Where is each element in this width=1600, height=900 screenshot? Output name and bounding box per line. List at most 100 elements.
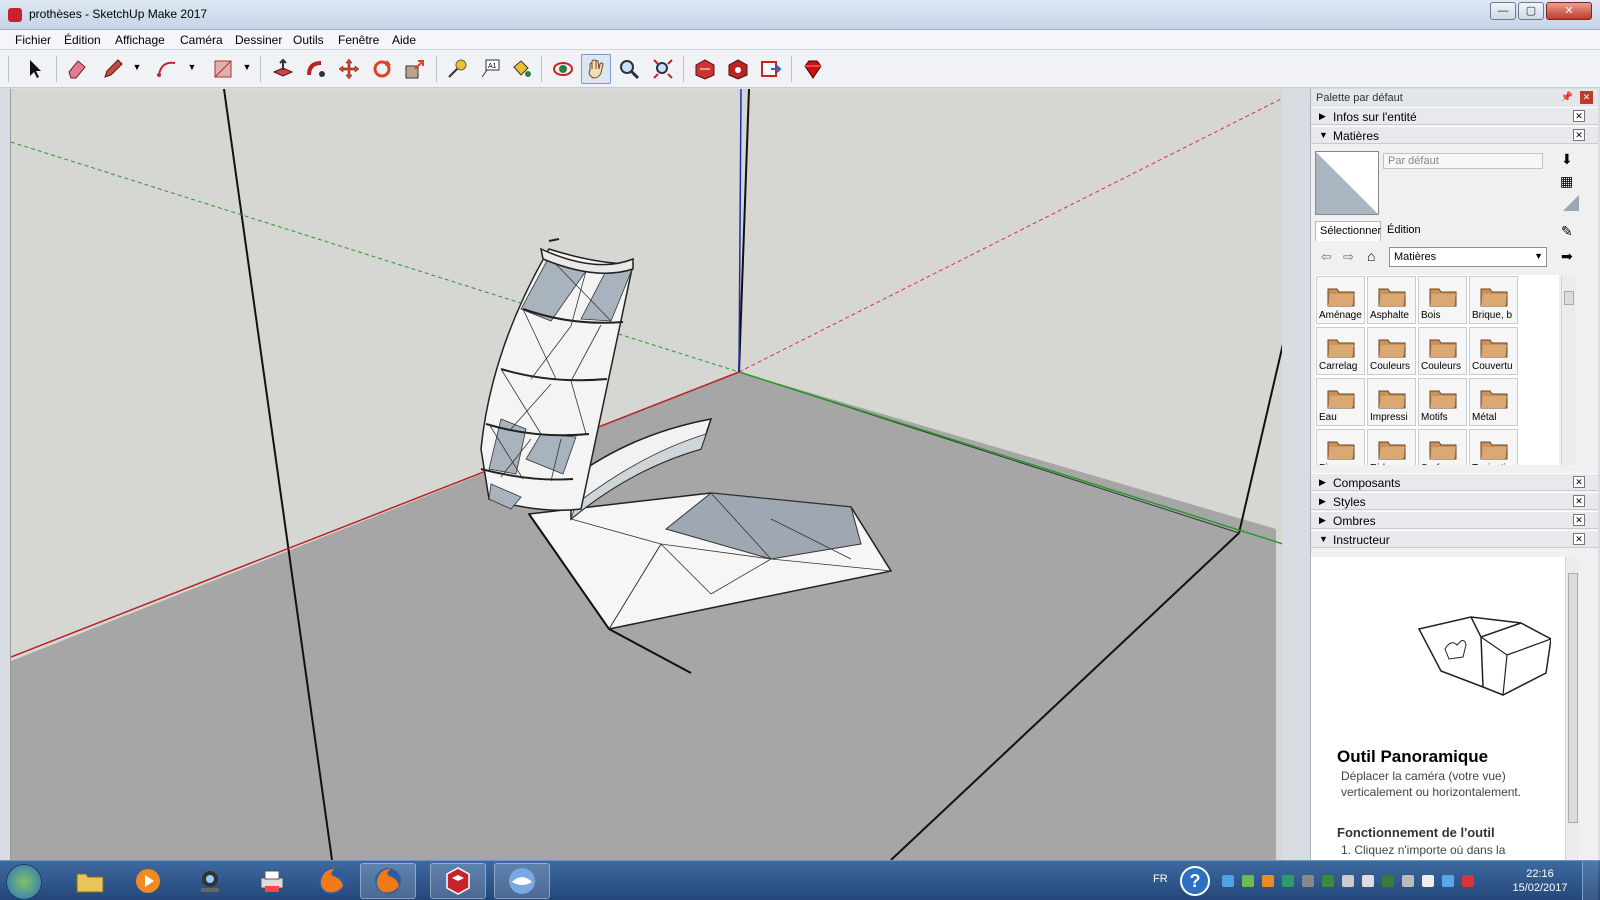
media-player-icon[interactable]: [120, 863, 176, 899]
material-folder[interactable]: Rideaux: [1367, 429, 1416, 465]
menu-file[interactable]: Fichier: [15, 33, 51, 47]
printer-icon[interactable]: [244, 863, 300, 899]
material-folder[interactable]: Pierre: [1316, 429, 1365, 465]
zoom-extents-icon[interactable]: [648, 54, 678, 84]
action-center-icon[interactable]: [1462, 875, 1474, 887]
library-select[interactable]: Matières ▼: [1389, 247, 1547, 267]
security-icon[interactable]: [1282, 875, 1294, 887]
move-icon[interactable]: [334, 54, 364, 84]
display-icon[interactable]: [1342, 875, 1354, 887]
sketchup-icon[interactable]: [430, 863, 486, 899]
section-materials[interactable]: ▼ Matières ✕: [1311, 126, 1598, 144]
close-icon[interactable]: ✕: [1573, 533, 1585, 545]
paint-bucket-icon[interactable]: [506, 54, 536, 84]
forward-icon[interactable]: ⇨: [1343, 249, 1354, 265]
material-folder[interactable]: Impressi: [1367, 378, 1416, 426]
back-icon[interactable]: ⇦: [1321, 249, 1332, 265]
menu-window[interactable]: Fenêtre: [338, 33, 379, 47]
network-share-icon[interactable]: [1242, 875, 1254, 887]
chevron-down-icon[interactable]: ▼: [187, 62, 197, 74]
zoom-icon[interactable]: [614, 54, 644, 84]
scroll-thumb[interactable]: [1568, 573, 1578, 823]
material-folder[interactable]: Aménage: [1316, 276, 1365, 324]
menu-camera[interactable]: Caméra: [180, 33, 223, 47]
push-pull-icon[interactable]: [268, 54, 298, 84]
weather-icon[interactable]: [1442, 875, 1454, 887]
eyedropper-icon[interactable]: ✎: [1561, 223, 1573, 240]
close-icon[interactable]: ✕: [1573, 495, 1585, 507]
tray-close-button[interactable]: ✕: [1580, 91, 1593, 104]
instructor-scrollbar[interactable]: [1565, 557, 1579, 860]
tab-select[interactable]: Sélectionner: [1315, 221, 1381, 241]
scale-icon[interactable]: [400, 54, 430, 84]
material-folder[interactable]: Motifs: [1418, 378, 1467, 426]
create-material-icon[interactable]: ⬇: [1561, 151, 1573, 168]
material-folder[interactable]: Couleurs: [1367, 327, 1416, 375]
materials-scrollbar[interactable]: [1561, 275, 1575, 465]
material-folder[interactable]: Couleurs: [1418, 327, 1467, 375]
menu-view[interactable]: Affichage: [115, 33, 165, 47]
pin-icon[interactable]: 📌: [1561, 92, 1573, 103]
material-folder[interactable]: Couvertu: [1469, 327, 1518, 375]
maximize-button[interactable]: ▢: [1518, 2, 1544, 20]
webcam-icon[interactable]: [182, 863, 238, 899]
material-folder[interactable]: Surfaces: [1418, 429, 1467, 465]
default-material-icon[interactable]: [1563, 195, 1579, 211]
clock[interactable]: 22:16 15/02/2017: [1505, 867, 1575, 895]
material-name-field[interactable]: Par défaut: [1383, 153, 1543, 169]
material-folder[interactable]: Tapis, tis: [1469, 429, 1518, 465]
sample-paint-icon[interactable]: ▦: [1560, 173, 1573, 190]
pan-icon[interactable]: [581, 54, 611, 84]
rotate-icon[interactable]: [367, 54, 397, 84]
close-icon[interactable]: ✕: [1573, 110, 1585, 122]
pencil-icon[interactable]: [98, 54, 128, 84]
material-folder[interactable]: Bois: [1418, 276, 1467, 324]
rectangle-icon[interactable]: [208, 54, 238, 84]
thunderbird-icon[interactable]: [494, 863, 550, 899]
battery-icon[interactable]: [1382, 875, 1394, 887]
extension-warehouse-icon[interactable]: [723, 54, 753, 84]
tape-measure-icon[interactable]: [442, 54, 472, 84]
close-button[interactable]: ✕: [1546, 2, 1592, 20]
menu-draw[interactable]: Dessiner: [235, 33, 282, 47]
send-to-layout-icon[interactable]: [756, 54, 786, 84]
close-icon[interactable]: ✕: [1573, 129, 1585, 141]
explorer-icon[interactable]: [62, 863, 118, 899]
sync-icon[interactable]: [1222, 875, 1234, 887]
menu-help[interactable]: Aide: [392, 33, 416, 47]
section-instructor[interactable]: ▼ Instructeur ✕: [1311, 530, 1598, 548]
material-folder[interactable]: Métal: [1469, 378, 1518, 426]
material-folder[interactable]: Carrelag: [1316, 327, 1365, 375]
menu-edit[interactable]: Édition: [64, 33, 101, 47]
update-icon[interactable]: [1322, 875, 1334, 887]
section-entity-info[interactable]: ▶ Infos sur l'entité ✕: [1311, 107, 1598, 125]
section-shadows[interactable]: ▶ Ombres ✕: [1311, 511, 1598, 529]
app-tray-icon[interactable]: [1262, 875, 1274, 887]
signal-icon[interactable]: [1422, 875, 1434, 887]
start-button[interactable]: [6, 864, 42, 900]
chevron-down-icon[interactable]: ▼: [242, 62, 252, 74]
text-icon[interactable]: A1: [475, 54, 505, 84]
home-icon[interactable]: ⌂: [1367, 248, 1375, 264]
eraser-icon[interactable]: [62, 54, 92, 84]
close-icon[interactable]: ✕: [1573, 476, 1585, 488]
material-folder[interactable]: Brique, b: [1469, 276, 1518, 324]
3d-viewport[interactable]: [10, 89, 1282, 860]
details-arrow-icon[interactable]: ➡: [1561, 248, 1573, 265]
warehouse-icon[interactable]: [690, 54, 720, 84]
select-icon[interactable]: [20, 54, 50, 84]
storage-icon[interactable]: [1362, 875, 1374, 887]
arc-icon[interactable]: [152, 54, 182, 84]
tab-edit[interactable]: Édition: [1383, 221, 1425, 241]
chevron-down-icon[interactable]: ▼: [132, 62, 142, 74]
show-desktop-button[interactable]: [1582, 861, 1598, 900]
orbit-icon[interactable]: [548, 54, 578, 84]
firefox-icon[interactable]: [304, 863, 360, 899]
language-indicator[interactable]: FR: [1153, 873, 1168, 885]
material-folder[interactable]: Asphalte: [1367, 276, 1416, 324]
volume-icon[interactable]: [1402, 875, 1414, 887]
material-folder[interactable]: Eau: [1316, 378, 1365, 426]
menu-tools[interactable]: Outils: [293, 33, 324, 47]
section-components[interactable]: ▶ Composants ✕: [1311, 473, 1598, 491]
scroll-thumb[interactable]: [1564, 291, 1574, 305]
